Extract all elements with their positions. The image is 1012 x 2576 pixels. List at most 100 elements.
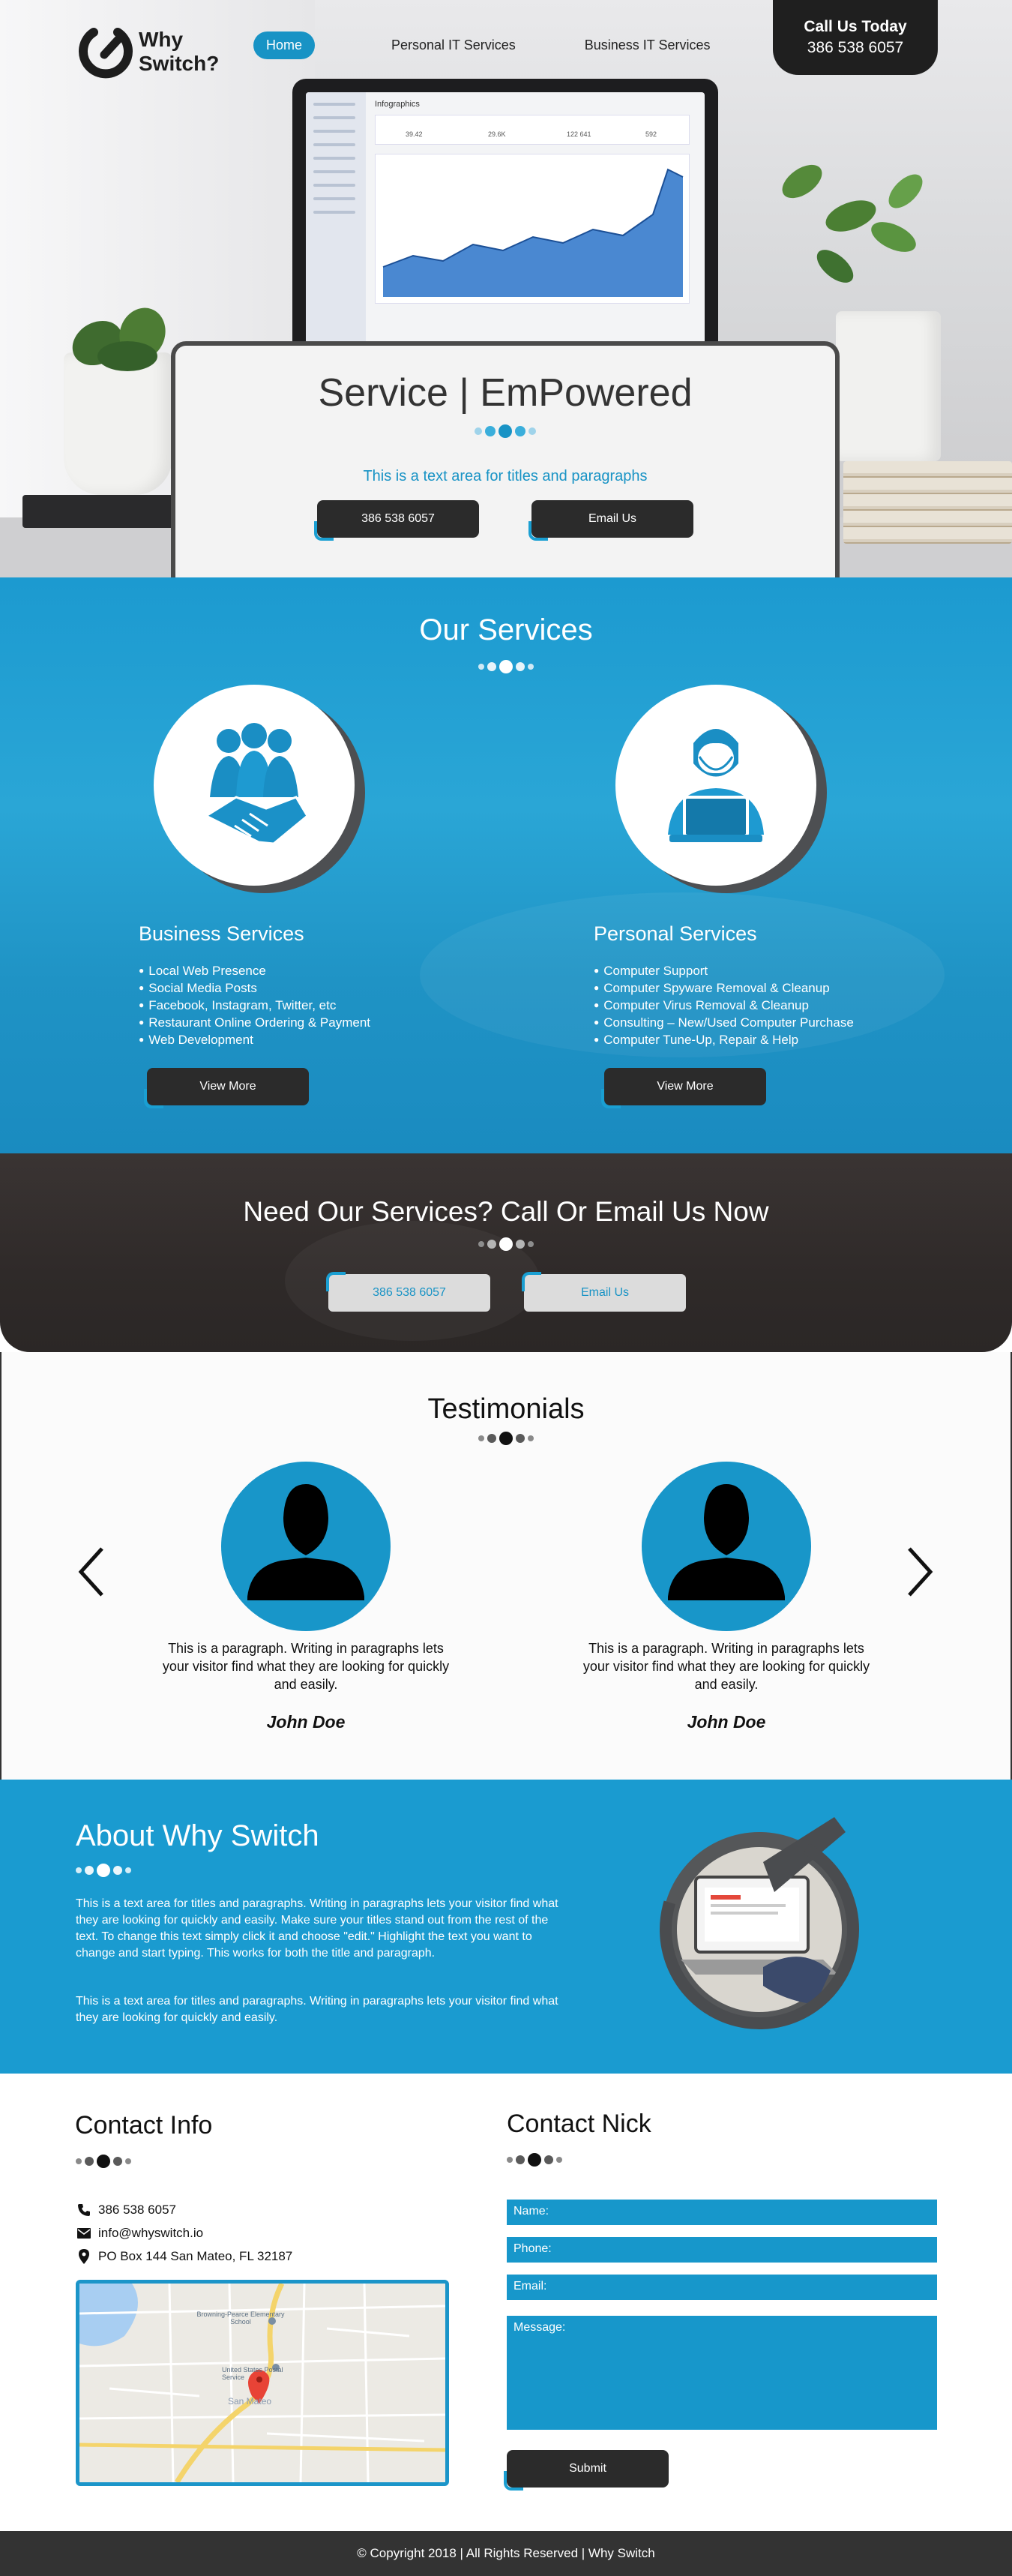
cta-email-button[interactable]: Email Us: [522, 1272, 686, 1312]
testimonials-section: Testimonials This is a paragraph. Writin…: [0, 1352, 1012, 1780]
email-field[interactable]: Email:: [507, 2275, 937, 2300]
personal-services-image[interactable]: [615, 685, 816, 886]
hero-phone-button[interactable]: 386 538 6057: [314, 500, 479, 541]
hero-dots-divider: [175, 424, 835, 438]
about-paragraph-1: This is a text area for titles and parag…: [76, 1897, 558, 1960]
chevron-left-icon: [78, 1547, 103, 1597]
cta-phone-button[interactable]: 386 538 6057: [326, 1272, 490, 1312]
personal-view-more-button[interactable]: View More: [601, 1068, 766, 1108]
location-map[interactable]: Browning-Pearce Elementary School United…: [76, 2280, 449, 2486]
hero-plant-leaf: [776, 157, 828, 205]
laptop-screen: Infographics 39.42 29.6K 122 641 592: [306, 92, 705, 347]
list-item: Local Web Presence: [139, 962, 370, 979]
envelope-icon: [76, 2228, 92, 2239]
hero-email-button[interactable]: Email Us: [528, 500, 693, 541]
logo[interactable]: Why Switch?: [71, 19, 219, 85]
list-item: Restaurant Online Ordering & Payment: [139, 1014, 370, 1031]
call-us-title: Call Us Today: [804, 18, 907, 35]
about-image: [651, 1817, 868, 2035]
list-item: Computer Tune-Up, Repair & Help: [594, 1031, 854, 1048]
services-section: Our Services Business Services Local W: [0, 577, 1012, 1153]
avatar: [642, 1462, 811, 1631]
main-nav: Home Personal IT Services Business IT Se…: [253, 31, 780, 59]
call-us-phone: 386 538 6057: [807, 39, 904, 56]
laptop-area-chart: [375, 154, 690, 304]
hero-buttons: 386 538 6057 Email Us: [175, 500, 835, 541]
contact-address-text: PO Box 144 San Mateo, FL 32187: [98, 2249, 293, 2263]
map-label-city: San Mateo: [228, 2396, 272, 2407]
list-item: Computer Spyware Removal & Cleanup: [594, 979, 854, 997]
contact-email-row[interactable]: info@whyswitch.io: [76, 2226, 203, 2241]
hero-card: Service | EmPowered This is a text area …: [171, 341, 840, 577]
call-us-badge[interactable]: Call Us Today 386 538 6057: [773, 0, 938, 75]
hero-plant-pot-right: [836, 311, 941, 461]
business-services-title: Business Services: [139, 922, 304, 945]
user-silhouette-icon: [668, 1484, 785, 1600]
hero-plant-leaf: [97, 341, 157, 371]
laptop-stats: 39.42 29.6K 122 641 592: [375, 115, 690, 145]
testimonial-text: This is a paragraph. Writing in paragrap…: [162, 1641, 450, 1692]
testimonial-author: John Doe: [687, 1712, 766, 1732]
hero-book-stack: [843, 461, 1012, 544]
cta-section: Need Our Services? Call Or Email Us Now …: [0, 1153, 1012, 1352]
user-silhouette-icon: [247, 1484, 364, 1600]
testimonial-author: John Doe: [266, 1712, 346, 1732]
laptop-stat: 122 641: [567, 130, 591, 138]
testimonials-dots-divider: [1, 1432, 1011, 1445]
carousel-next-arrow[interactable]: [905, 1546, 935, 1598]
list-item: Computer Virus Removal & Cleanup: [594, 997, 854, 1014]
laptop-stat: 29.6K: [488, 130, 506, 138]
cta-title: Need Our Services? Call Or Email Us Now: [243, 1196, 769, 1227]
hero-section: Infographics 39.42 29.6K 122 641 592 Why…: [0, 0, 1012, 577]
nav-item-home[interactable]: Home: [253, 31, 316, 59]
list-item: Web Development: [139, 1031, 370, 1048]
hero-title: Service | EmPowered: [318, 371, 693, 415]
cta-dots-divider: [0, 1237, 1012, 1251]
hero-plant-leaf: [867, 215, 921, 259]
name-field[interactable]: Name:: [507, 2200, 937, 2225]
map-label-school: Browning-Pearce Elementary School: [196, 2311, 285, 2326]
list-item: Facebook, Instagram, Twitter, etc: [139, 997, 370, 1014]
submit-button[interactable]: Submit: [504, 2450, 669, 2491]
footer: © Copyright 2018 | All Rights Reserved |…: [0, 2531, 1012, 2576]
laptop-stat: 592: [645, 130, 657, 138]
business-services-list: Local Web Presence Social Media Posts Fa…: [139, 962, 370, 1048]
carousel-prev-arrow[interactable]: [76, 1546, 106, 1598]
laptop-screen-title: Infographics: [375, 100, 420, 109]
testimonials-title: Testimonials: [427, 1393, 585, 1425]
laptop-sidebar: [306, 92, 366, 347]
hero-subtitle: This is a text area for titles and parag…: [363, 468, 648, 484]
phone-field[interactable]: Phone:: [507, 2237, 937, 2263]
map-pin-icon: [76, 2249, 92, 2264]
personal-services-list: Computer Support Computer Spyware Remova…: [594, 962, 854, 1048]
contact-phone-text: 386 538 6057: [98, 2203, 176, 2217]
services-dots-divider: [0, 660, 1012, 673]
message-field[interactable]: Message:: [507, 2316, 937, 2430]
hero-plant-pot-left: [64, 352, 172, 495]
contact-form-title: Contact Nick: [507, 2110, 651, 2138]
handshake-icon: [203, 723, 309, 845]
contact-info-dots-divider: [76, 2155, 131, 2168]
services-title: Our Services: [419, 613, 593, 646]
nav-item-business-it-services[interactable]: Business IT Services: [585, 37, 711, 53]
hero-laptop: Infographics 39.42 29.6K 122 641 592: [292, 79, 718, 356]
business-view-more-button[interactable]: View More: [144, 1068, 309, 1108]
laptop-stat: 39.42: [406, 130, 423, 138]
logo-text-line1: Why: [139, 28, 184, 51]
contact-section: Contact Info 386 538 6057 info@whyswitch…: [0, 2074, 1012, 2531]
nav-item-personal-it-services[interactable]: Personal IT Services: [391, 37, 516, 53]
phone-icon: [76, 2203, 92, 2217]
personal-services-title: Personal Services: [594, 922, 757, 945]
hero-notebook: [22, 495, 187, 528]
page: Infographics 39.42 29.6K 122 641 592 Why…: [0, 0, 1012, 2576]
business-services-image[interactable]: [154, 685, 355, 886]
contact-address-row: PO Box 144 San Mateo, FL 32187: [76, 2249, 292, 2264]
contact-phone-row[interactable]: 386 538 6057: [76, 2203, 176, 2218]
hero-plant-leaf: [811, 243, 859, 289]
about-title: About Why Switch: [76, 1819, 319, 1852]
map-label-post-office: United States Postal Service: [222, 2366, 283, 2381]
footer-copyright: © Copyright 2018 | All Rights Reserved |…: [357, 2546, 655, 2560]
laptop-user-icon: [668, 729, 764, 842]
about-dots-divider: [76, 1864, 131, 1877]
about-logo-photo: [660, 1817, 859, 2029]
